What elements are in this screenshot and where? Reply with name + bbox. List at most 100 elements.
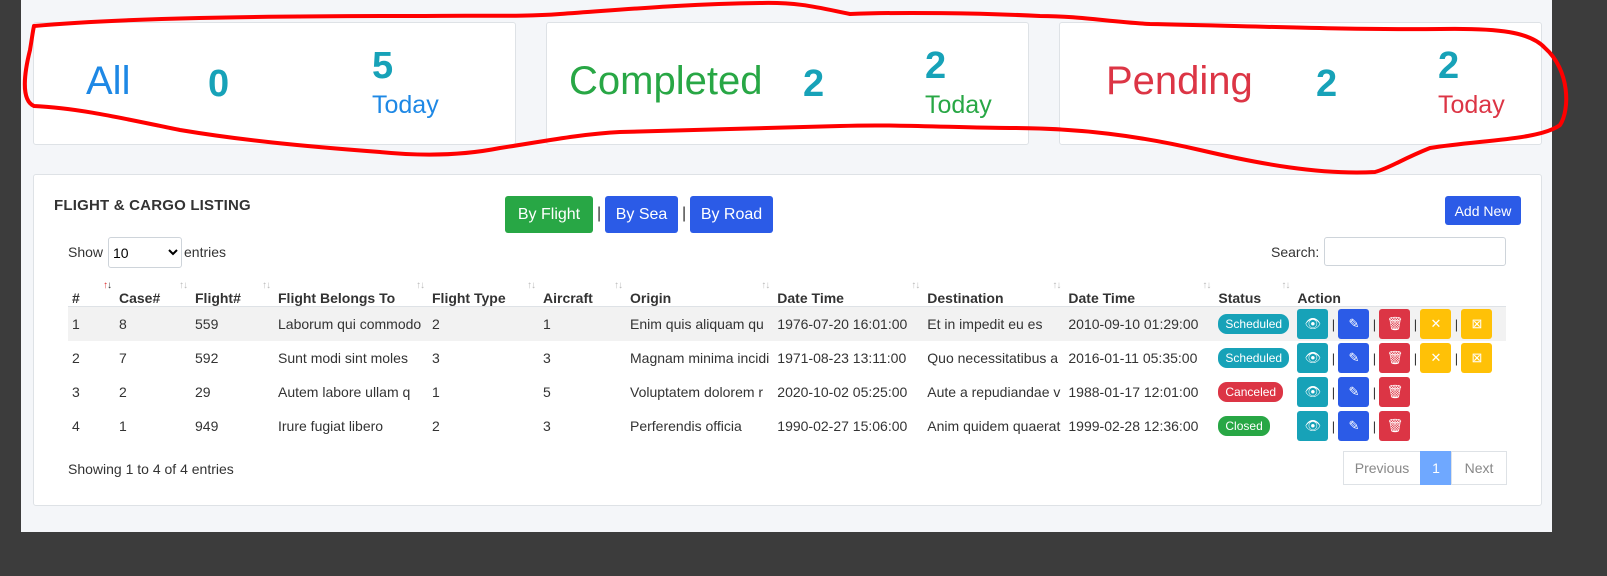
- table-cell-origin: Voluptatem dolorem r: [630, 384, 764, 400]
- edit-button[interactable]: ✎: [1338, 377, 1370, 407]
- table-cell-destination: Aute a repudiandae v: [927, 384, 1061, 400]
- pagination-next[interactable]: Next: [1451, 451, 1507, 485]
- delete-button[interactable]: 🗑: [1379, 411, 1411, 441]
- table-header-row: # ↑↓ Case# ↑↓ Flight# ↑↓ Flight Belongs To ↑…: [68, 280, 1507, 307]
- view-button[interactable]: 👁: [1297, 309, 1329, 339]
- action-separator: |: [1413, 350, 1418, 366]
- column-label: Flight Type: [432, 290, 506, 306]
- sort-icon: ↑↓: [262, 280, 271, 291]
- column-header-case[interactable]: Case# ↑↓: [115, 280, 191, 307]
- column-header-origin-time[interactable]: Date Time ↑↓: [773, 280, 924, 307]
- view-button[interactable]: 👁: [1297, 343, 1329, 373]
- column-header-type[interactable]: Flight Type ↑↓: [428, 280, 539, 307]
- table-cell-case: 1: [119, 418, 127, 434]
- stat-today-count-all: 5: [372, 45, 394, 87]
- filter-separator: |: [597, 205, 602, 222]
- close-button[interactable]: ⊠: [1461, 343, 1493, 373]
- table-cell-origin-time: 1976-07-20 16:01:00: [773, 306, 924, 341]
- square-x-icon: ⊠: [1471, 350, 1483, 365]
- column-header-status[interactable]: Status ↑↓: [1214, 280, 1294, 307]
- column-header-aircraft[interactable]: Aircraft ↑↓: [539, 280, 626, 307]
- table-cell-status: Canceled: [1214, 375, 1293, 409]
- filter-by-flight-button[interactable]: By Flight: [505, 196, 593, 233]
- table-cell-type: 2: [428, 306, 539, 341]
- stat-card-completed: Completed 2 2 Today: [546, 22, 1029, 145]
- edit-icon: ✎: [1348, 384, 1360, 399]
- edit-button[interactable]: ✎: [1338, 343, 1370, 373]
- delete-button[interactable]: 🗑: [1379, 377, 1411, 407]
- filter-by-sea-button[interactable]: By Sea: [605, 196, 678, 233]
- entries-select[interactable]: 10: [108, 237, 182, 268]
- column-header-flight[interactable]: Flight# ↑↓: [191, 280, 274, 307]
- column-label: Flight Belongs To: [278, 290, 396, 306]
- x-icon: ✕: [1430, 350, 1442, 365]
- column-header-belongs[interactable]: Flight Belongs To ↑↓: [274, 280, 428, 307]
- sort-icon: ↑↓: [103, 280, 112, 291]
- table-cell-aircraft: 1: [539, 306, 626, 341]
- table-cell-dest-time: 1999-02-28 12:36:00: [1068, 418, 1199, 434]
- edit-icon: ✎: [1348, 418, 1360, 433]
- view-button[interactable]: 👁: [1297, 377, 1329, 407]
- sort-icon: ↑↓: [179, 280, 188, 291]
- column-label: Action: [1297, 290, 1341, 306]
- delete-button[interactable]: 🗑: [1379, 343, 1411, 373]
- column-header-dest-time[interactable]: Date Time ↑↓: [1064, 280, 1215, 307]
- sort-icon: ↑↓: [1052, 280, 1061, 291]
- table-cell-case: 7: [119, 350, 127, 366]
- square-x-icon: ⊠: [1471, 316, 1483, 331]
- table-cell-belongs: Autem labore ullam q: [278, 384, 411, 400]
- search-input[interactable]: [1324, 237, 1506, 266]
- delete-button[interactable]: 🗑: [1379, 309, 1411, 339]
- table-cell-num: 1: [68, 306, 115, 341]
- stat-label-pending: Pending: [1106, 59, 1253, 103]
- table-cell-belongs: Irure fugiat libero: [278, 418, 384, 434]
- table-cell-type: 1: [432, 384, 440, 400]
- table-cell-dest-time: 2010-09-10 01:29:00: [1064, 306, 1215, 341]
- table-cell-action: 👁 | ✎ | 🗑: [1293, 375, 1506, 409]
- column-header-origin[interactable]: Origin ↑↓: [626, 280, 774, 307]
- table-info: Showing 1 to 4 of 4 entries: [68, 461, 234, 477]
- column-label: Date Time: [777, 290, 844, 306]
- pagination-previous[interactable]: Previous: [1343, 451, 1421, 485]
- table-cell-status: Scheduled: [1214, 306, 1294, 341]
- sort-icon: ↑↓: [416, 280, 425, 291]
- table-cell-origin-time: 2020-10-02 05:25:00: [777, 384, 908, 400]
- pagination-page-1[interactable]: 1: [1420, 451, 1452, 485]
- sort-icon: ↑↓: [1281, 280, 1290, 291]
- table-row: 1 8 559 Laborum qui commodo 2 1 Enim quis aliq…: [68, 306, 1507, 341]
- edit-button[interactable]: ✎: [1338, 309, 1370, 339]
- show-label: Show: [68, 244, 104, 260]
- table-cell-action: 👁 | ✎ | 🗑: [1293, 409, 1506, 443]
- close-button[interactable]: ⊠: [1461, 309, 1493, 339]
- stat-total-pending: 2: [1316, 63, 1338, 105]
- add-new-button[interactable]: Add New: [1445, 196, 1521, 225]
- stat-today-count-completed: 2: [925, 45, 947, 87]
- edit-button[interactable]: ✎: [1338, 411, 1370, 441]
- eye-icon: 👁: [1304, 384, 1322, 399]
- table-cell-flight: 592: [195, 350, 219, 366]
- sort-icon: ↑↓: [614, 280, 623, 291]
- stat-today-label-completed: Today: [925, 91, 992, 119]
- trash-icon: 🗑: [1386, 316, 1404, 331]
- search-label: Search:: [1271, 244, 1320, 260]
- table-cell-origin-time: 1990-02-27 15:06:00: [777, 418, 908, 434]
- table-cell-num: 3: [72, 384, 80, 400]
- table-cell-flight: 559: [191, 306, 274, 341]
- table-cell-destination: Anim quidem quaerat: [927, 418, 1061, 434]
- column-header-destination[interactable]: Destination ↑↓: [923, 280, 1065, 307]
- sort-icon: ↑↓: [761, 280, 770, 291]
- filter-by-road-button[interactable]: By Road: [690, 196, 773, 233]
- edit-icon: ✎: [1348, 316, 1360, 331]
- x-icon: ✕: [1430, 316, 1442, 331]
- table-cell-action: 👁 | ✎ | 🗑 | ✕ | ⊠: [1293, 341, 1506, 375]
- cancel-button[interactable]: ✕: [1420, 309, 1452, 339]
- column-header-number[interactable]: # ↑↓: [68, 280, 115, 307]
- table-cell-action: 👁 | ✎ | 🗑 | ✕ | ⊠: [1293, 306, 1507, 341]
- cancel-button[interactable]: ✕: [1420, 343, 1452, 373]
- eye-icon: 👁: [1304, 418, 1322, 433]
- sort-icon: ↑↓: [527, 280, 536, 291]
- entries-label: entries: [184, 244, 227, 260]
- view-button[interactable]: 👁: [1297, 411, 1329, 441]
- listing-card: FLIGHT & CARGO LISTING By Flight | By Se…: [33, 174, 1542, 506]
- table-cell-dest-time: 1988-01-17 12:01:00: [1068, 384, 1199, 400]
